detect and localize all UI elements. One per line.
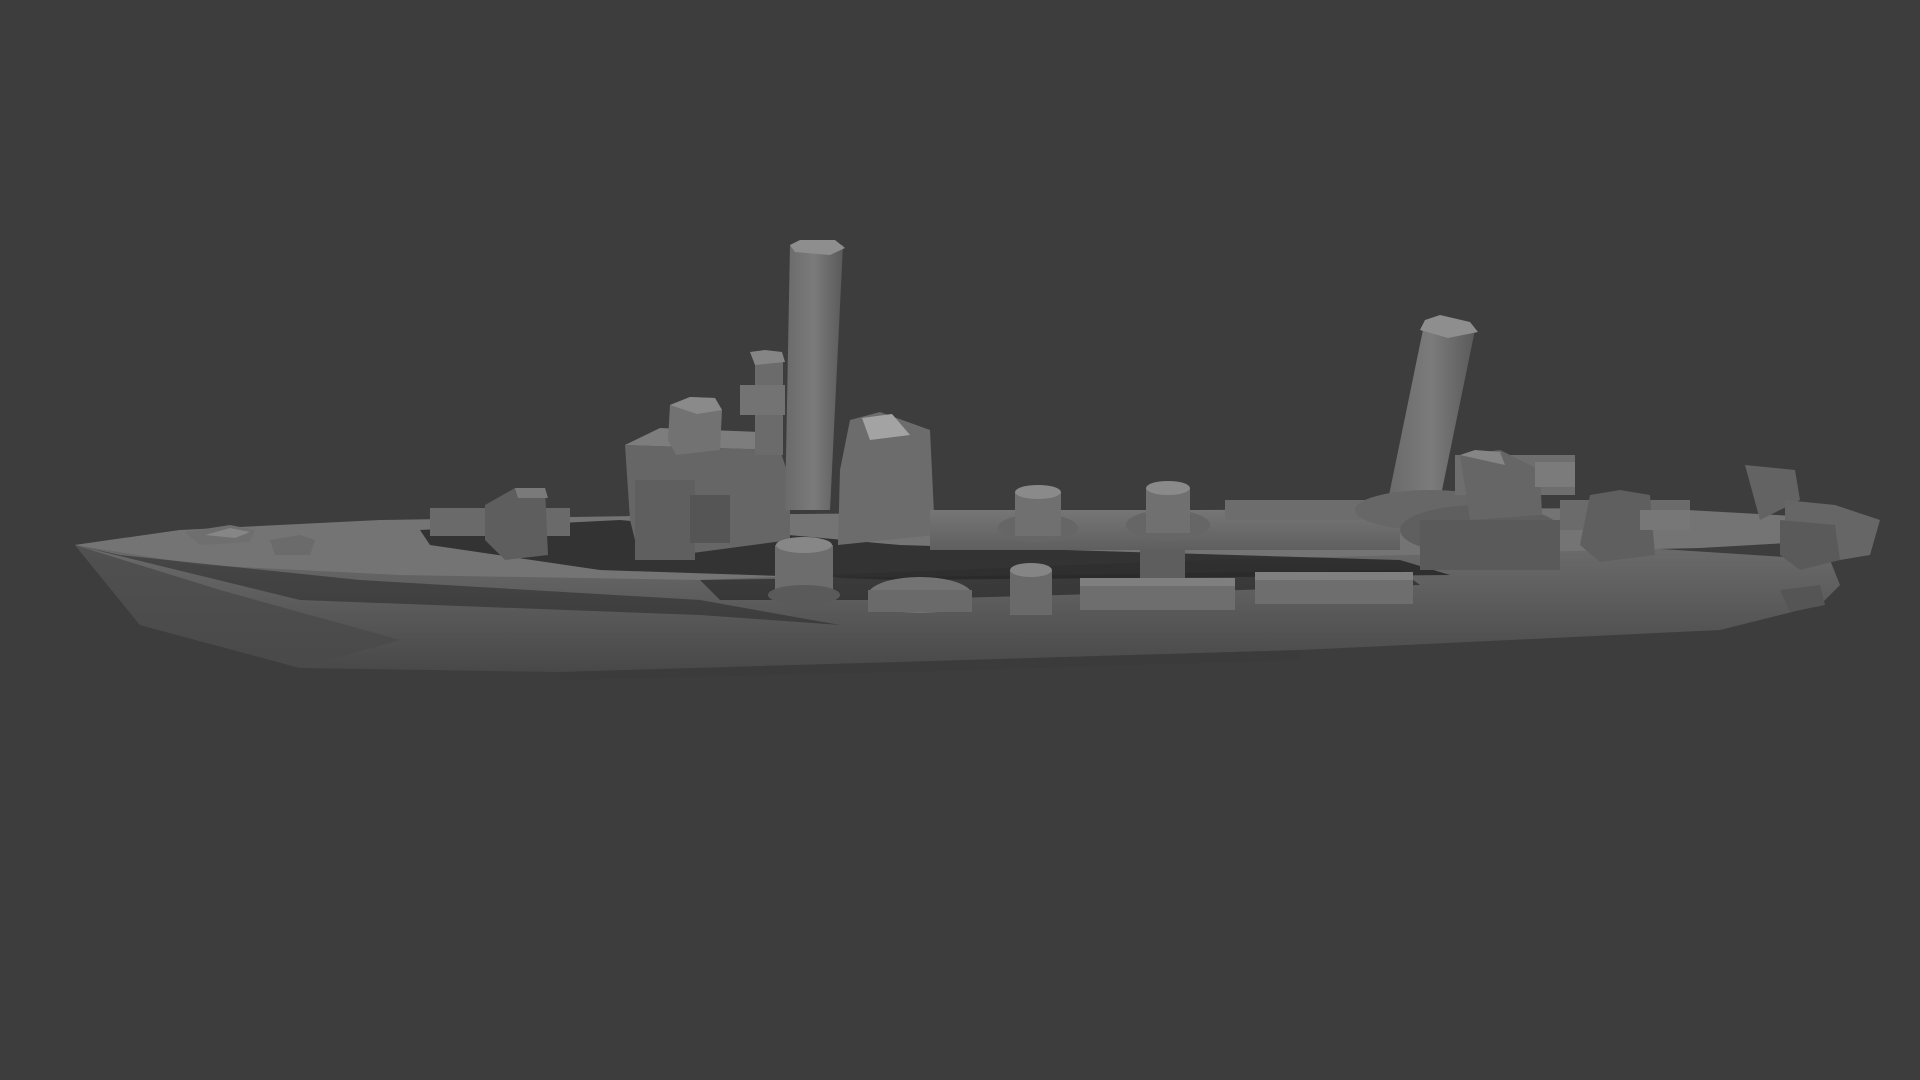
bridge-superstructure — [625, 350, 790, 560]
render-viewport — [0, 0, 1920, 1080]
searchlight-housing — [838, 412, 935, 545]
ship-render — [75, 240, 1880, 680]
midship-gun-mount-3 — [768, 537, 840, 605]
forward-funnel — [785, 240, 845, 510]
